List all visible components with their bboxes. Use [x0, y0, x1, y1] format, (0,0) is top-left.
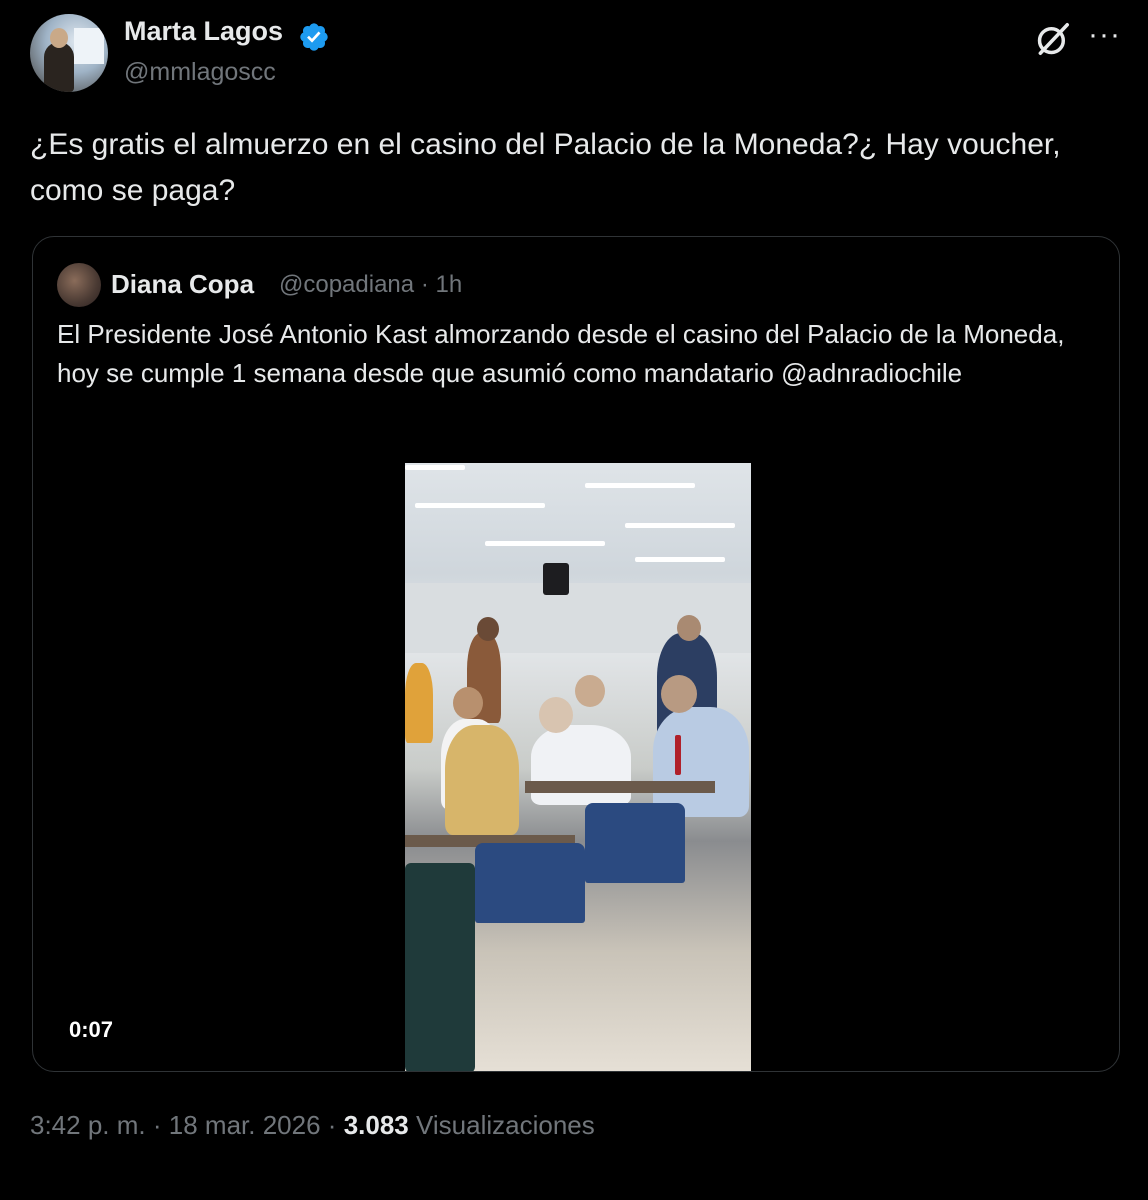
author-handle[interactable]: @mmlagoscc [124, 58, 276, 87]
views-label: Visualizaciones [416, 1110, 595, 1140]
tweet-footer: 3:42 p. m. · 18 mar. 2026 · 3.083 Visual… [30, 1110, 595, 1141]
avatar-background [74, 28, 104, 64]
dining-table [525, 781, 715, 793]
ceiling-light [485, 541, 605, 546]
ceiling-light [415, 503, 545, 508]
quote-text: El Presidente José Antonio Kast almorzan… [57, 319, 1065, 388]
diner-head [677, 615, 701, 641]
diner-foreground [405, 863, 475, 1071]
verified-badge-icon [300, 23, 328, 51]
views-count: 3.083 [343, 1110, 409, 1140]
red-tie [675, 735, 681, 775]
diner-head [453, 687, 483, 719]
quoted-tweet[interactable]: Diana Copa @copadiana · 1h El Presidente… [32, 236, 1120, 1072]
quote-author-handle[interactable]: @copadiana [279, 271, 414, 298]
author-name[interactable]: Marta Lagos [124, 16, 283, 47]
diner-seated [531, 725, 631, 805]
ceiling-light [585, 483, 695, 488]
author-avatar[interactable] [30, 14, 108, 92]
blue-chair [475, 843, 585, 923]
grok-icon[interactable] [1034, 20, 1072, 58]
footer-separator: · [327, 1110, 337, 1140]
diner-blonde [445, 725, 519, 835]
diner-head [575, 675, 605, 707]
ceiling-light [625, 523, 735, 528]
quote-author-avatar[interactable] [57, 263, 101, 307]
ceiling-light [635, 557, 725, 562]
avatar-figure [44, 42, 74, 92]
wall-speaker [543, 563, 569, 595]
diner-light-blue-shirt [653, 707, 749, 817]
ceiling-light [405, 465, 465, 470]
tweet-date[interactable]: 18 mar. 2026 [169, 1110, 321, 1140]
quote-author-name[interactable]: Diana Copa [111, 269, 254, 300]
blue-chair [585, 803, 685, 883]
quote-separator: · [420, 271, 429, 298]
diner-head [539, 697, 573, 733]
more-icon[interactable]: ··· [1088, 20, 1121, 50]
quote-author-meta: @copadiana · 1h [279, 271, 462, 299]
diner-seated [405, 663, 433, 743]
tweet-text: ¿Es gratis el almuerzo en el casino del … [30, 128, 1061, 207]
avatar-face [50, 28, 68, 48]
video-player[interactable] [405, 463, 751, 1071]
diner-head [661, 675, 697, 713]
quote-time[interactable]: 1h [435, 271, 462, 298]
diner-head [477, 617, 499, 641]
tweet-time[interactable]: 3:42 p. m. [30, 1110, 146, 1140]
footer-separator: · [152, 1110, 162, 1140]
video-duration: 0:07 [69, 1017, 114, 1042]
